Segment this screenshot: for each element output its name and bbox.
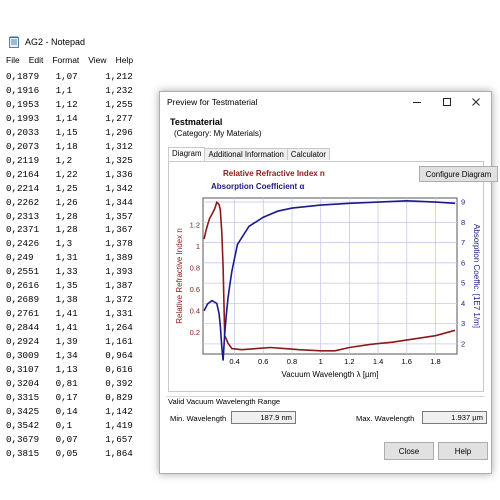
y-right-axis-label: Absorption Coeffic. [1E7 1/m] (472, 224, 481, 328)
close-window-button[interactable] (466, 94, 486, 110)
text-line: 0,2262 1,26 1,344 (6, 196, 133, 208)
y-right-tick-label: 3 (461, 319, 465, 328)
text-line: 0,3679 0,07 1,657 (6, 433, 133, 445)
y-right-tick-label: 5 (461, 279, 465, 288)
y-left-tick-label: 0.2 (190, 328, 200, 337)
text-line: 0,2214 1,25 1,342 (6, 182, 133, 194)
text-line: 0,2033 1,15 1,296 (6, 126, 133, 138)
preview-dialog: Preview for Testmaterial Testmaterial (C… (159, 91, 498, 474)
close-button[interactable]: Close (384, 442, 434, 460)
help-button[interactable]: Help (438, 442, 488, 460)
material-name: Testmaterial (170, 117, 223, 127)
y-left-tick-label: 1 (196, 242, 200, 251)
text-line: 0,2551 1,33 1,393 (6, 266, 133, 278)
text-line: 0,3009 1,34 0,964 (6, 350, 133, 362)
text-line: 0,3204 0,81 0,392 (6, 377, 133, 389)
text-line: 0,2119 1,2 1,325 (6, 154, 133, 166)
text-line: 0,3815 0,05 1,864 (6, 447, 133, 459)
min-wavelength-field[interactable]: 187.9 nm (231, 411, 296, 424)
notepad-icon (8, 36, 20, 48)
text-line: 0,2426 1,3 1,378 (6, 238, 133, 250)
maximize-button[interactable] (437, 94, 457, 110)
text-line: 0,3425 0,14 1,142 (6, 405, 133, 417)
text-line: 0,2761 1,41 1,331 (6, 308, 133, 320)
legend-refractive-index: Relative Refractive Index n (223, 169, 325, 178)
tab-additional-information[interactable]: Additional Information (204, 148, 288, 160)
refractive-index-chart: 0.4 0.6 0.8 1 1.2 1.4 1.6 1.8 2 3 4 5 6 7 8 9 0.2 0.4 0.6 0… (175, 169, 481, 379)
material-category: (Category: My Materials) (174, 129, 262, 138)
min-wavelength-label: Min. Wavelength (170, 414, 227, 423)
diagram-panel: Configure Diagram 0.4 0.6 0.8 1 1.2 1.4 1.6 1.8… (168, 161, 498, 392)
y-left-tick-label: 1.2 (190, 220, 200, 229)
text-line: 0,2073 1,18 1,312 (6, 140, 133, 152)
x-tick-label: 1.4 (373, 357, 383, 366)
maximize-icon (443, 98, 451, 106)
x-tick-label: 1 (319, 357, 323, 366)
x-tick-label: 0.4 (229, 357, 239, 366)
text-line: 0,2616 1,35 1,387 (6, 280, 133, 292)
x-tick-label: 1.8 (430, 357, 440, 366)
notepad-titlebar: AG2 - Notepad (8, 35, 85, 49)
y-left-tick-label: 0.8 (190, 263, 200, 272)
legend-absorption: Absorption Coefficient α (211, 182, 304, 191)
max-wavelength-field[interactable]: 1.937 µm (422, 411, 487, 424)
dialog-title: Preview for Testmaterial (167, 97, 258, 107)
text-line: 0,2844 1,41 1,264 (6, 322, 133, 334)
notepad-text-area[interactable]: 0,1879 1,07 1,212 0,1916 1,1 1,232 0,1953 … (6, 70, 133, 461)
tab-calculator[interactable]: Calculator (286, 148, 330, 160)
text-line: 0,1879 1,07 1,212 (6, 71, 133, 82)
menu-view[interactable]: View (88, 55, 106, 65)
y-right-tick-label: 4 (461, 299, 465, 308)
text-line: 0,2371 1,28 1,367 (6, 224, 133, 236)
x-tick-label: 0.6 (258, 357, 268, 366)
x-tick-label: 0.8 (287, 357, 297, 366)
text-line: 0,2924 1,39 1,161 (6, 336, 133, 348)
text-line: 0,1916 1,1 1,232 (6, 84, 133, 96)
minimize-icon (413, 102, 421, 103)
y-left-tick-label: 0.4 (190, 306, 200, 315)
text-line: 0,3542 0,1 1,419 (6, 419, 133, 431)
text-line: 0,3315 0,17 0,829 (6, 391, 133, 403)
y-left-tick-label: 0.6 (190, 285, 200, 294)
text-line: 0,1953 1,12 1,255 (6, 98, 133, 110)
y-right-tick-label: 7 (461, 238, 465, 247)
text-line: 0,3107 1,13 0,616 (6, 364, 133, 376)
plot-area (202, 197, 458, 355)
y-right-tick-label: 8 (461, 218, 465, 227)
y-right-tick-label: 2 (461, 339, 465, 348)
text-line: 0,1993 1,14 1,277 (6, 112, 133, 124)
y-right-tick-label: 6 (461, 258, 465, 267)
x-tick-label: 1.6 (402, 357, 412, 366)
menu-help[interactable]: Help (116, 55, 133, 65)
menu-file[interactable]: File (6, 55, 20, 65)
text-line: 0,249 1,31 1,389 (6, 252, 133, 264)
menu-format[interactable]: Format (52, 55, 79, 65)
max-wavelength-label: Max. Wavelength (356, 414, 415, 423)
tab-bar: Diagram Additional Information Calculato… (168, 147, 330, 161)
minimize-button[interactable] (407, 94, 427, 110)
notepad-menubar: File Edit Format View Help (6, 55, 142, 65)
text-line: 0,2689 1,38 1,372 (6, 294, 133, 306)
x-axis-label: Vacuum Wavelength λ [µm] (281, 370, 378, 379)
y-right-tick-label: 9 (461, 198, 465, 207)
tab-diagram[interactable]: Diagram (168, 147, 206, 161)
notepad-title: AG2 - Notepad (25, 37, 86, 47)
x-tick-label: 1.2 (344, 357, 354, 366)
y-left-axis-label: Relative Refractive Index n (175, 228, 184, 324)
close-icon (472, 98, 480, 106)
text-line: 0,2164 1,22 1,336 (6, 168, 133, 180)
text-line: 0,2313 1,28 1,357 (6, 210, 133, 222)
range-group-label: Valid Vacuum Wavelength Range (168, 397, 281, 406)
menu-edit[interactable]: Edit (29, 55, 44, 65)
